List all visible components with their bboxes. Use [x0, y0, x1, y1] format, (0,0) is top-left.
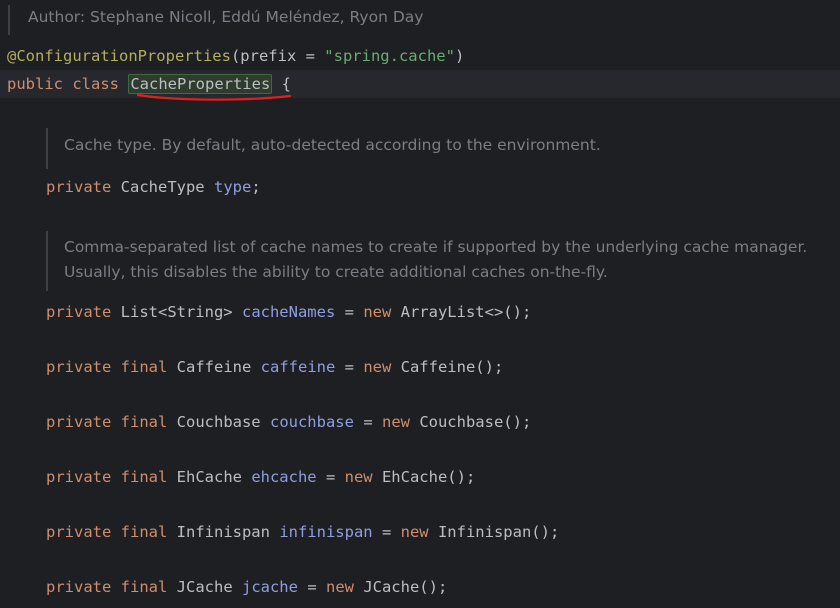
- new-keyword: new: [363, 358, 401, 376]
- field-type: List<String>: [120, 303, 242, 321]
- field-type: CacheType: [120, 178, 214, 196]
- field-line-ehcache[interactable]: private final EhCache ehcache = new EhCa…: [46, 467, 475, 487]
- field-equals: =: [372, 523, 401, 541]
- field-name: couchbase: [269, 413, 354, 431]
- field-type: Caffeine: [176, 358, 261, 376]
- annotation-string: "spring.cache": [324, 47, 455, 65]
- field-modifiers: private final: [46, 523, 177, 541]
- field-line-type[interactable]: private CacheType type;: [46, 177, 261, 197]
- new-keyword: new: [400, 523, 438, 541]
- class-name[interactable]: CacheProperties: [128, 74, 273, 94]
- class-declaration-line[interactable]: public class CacheProperties {: [7, 74, 291, 94]
- field-constructor: EhCache();: [381, 468, 476, 486]
- author-doc-text: Author: Stephane Nicoll, Eddú Meléndez, …: [28, 8, 424, 26]
- field-constructor: JCache();: [363, 578, 448, 596]
- field-type: EhCache: [176, 468, 252, 486]
- field-equals: =: [335, 358, 364, 376]
- field-equals: =: [353, 413, 382, 431]
- new-keyword: new: [344, 468, 382, 486]
- annotation-name: @ConfigurationProperties: [7, 47, 231, 65]
- type-doc-text: Cache type. By default, auto-detected ac…: [64, 136, 601, 154]
- field-equals: =: [335, 303, 364, 321]
- cache-names-doc-comment: Comma-separated list of cache names to c…: [46, 231, 807, 291]
- field-modifiers: private final: [46, 358, 177, 376]
- field-type: Infinispan: [176, 523, 280, 541]
- field-line-caffeine[interactable]: private final Caffeine caffeine = new Ca…: [46, 357, 503, 377]
- new-keyword: new: [381, 413, 420, 431]
- field-line-cache-names[interactable]: private List<String> cacheNames = new Ar…: [46, 302, 531, 322]
- new-keyword: new: [325, 578, 364, 596]
- cache-names-doc-line-1: Comma-separated list of cache names to c…: [64, 238, 808, 256]
- field-name: cacheNames: [241, 303, 336, 321]
- annotation-args-open: (prefix =: [230, 47, 325, 65]
- field-line-jcache[interactable]: private final JCache jcache = new JCache…: [46, 577, 447, 597]
- annotation-line[interactable]: @ConfigurationProperties(prefix = "sprin…: [7, 46, 464, 66]
- new-keyword: new: [363, 303, 401, 321]
- cache-names-doc-line-2: Usually, this disables the ability to cr…: [64, 263, 608, 281]
- type-doc-comment: Cache type. By default, auto-detected ac…: [46, 128, 601, 169]
- field-type: JCache: [176, 578, 242, 596]
- field-constructor: Couchbase();: [419, 413, 532, 431]
- field-equals: =: [316, 468, 345, 486]
- field-name: type: [213, 178, 252, 196]
- field-name: ehcache: [251, 468, 317, 486]
- field-modifiers: private final: [46, 578, 177, 596]
- field-modifiers: private: [46, 178, 121, 196]
- field-type: Couchbase: [176, 413, 270, 431]
- code-editor[interactable]: Author: Stephane Nicoll, Eddú Meléndez, …: [0, 0, 840, 608]
- author-doc-comment: Author: Stephane Nicoll, Eddú Meléndez, …: [8, 5, 423, 35]
- field-name: jcache: [241, 578, 298, 596]
- field-modifiers: private final: [46, 468, 177, 486]
- field-modifiers: private: [46, 303, 121, 321]
- field-line-couchbase[interactable]: private final Couchbase couchbase = new …: [46, 412, 531, 432]
- field-constructor: Caffeine();: [400, 358, 504, 376]
- class-keyword: public class: [7, 75, 129, 93]
- field-terminator: ;: [251, 178, 261, 196]
- field-name: infinispan: [279, 523, 373, 541]
- annotation-args-close: ): [454, 47, 465, 65]
- error-squiggle: [137, 93, 291, 101]
- field-name: caffeine: [260, 358, 336, 376]
- field-constructor: Infinispan();: [437, 523, 560, 541]
- field-modifiers: private final: [46, 413, 177, 431]
- class-brace: {: [272, 75, 291, 93]
- field-constructor: ArrayList<>();: [400, 303, 532, 321]
- field-equals: =: [297, 578, 326, 596]
- field-line-infinispan[interactable]: private final Infinispan infinispan = ne…: [46, 522, 559, 542]
